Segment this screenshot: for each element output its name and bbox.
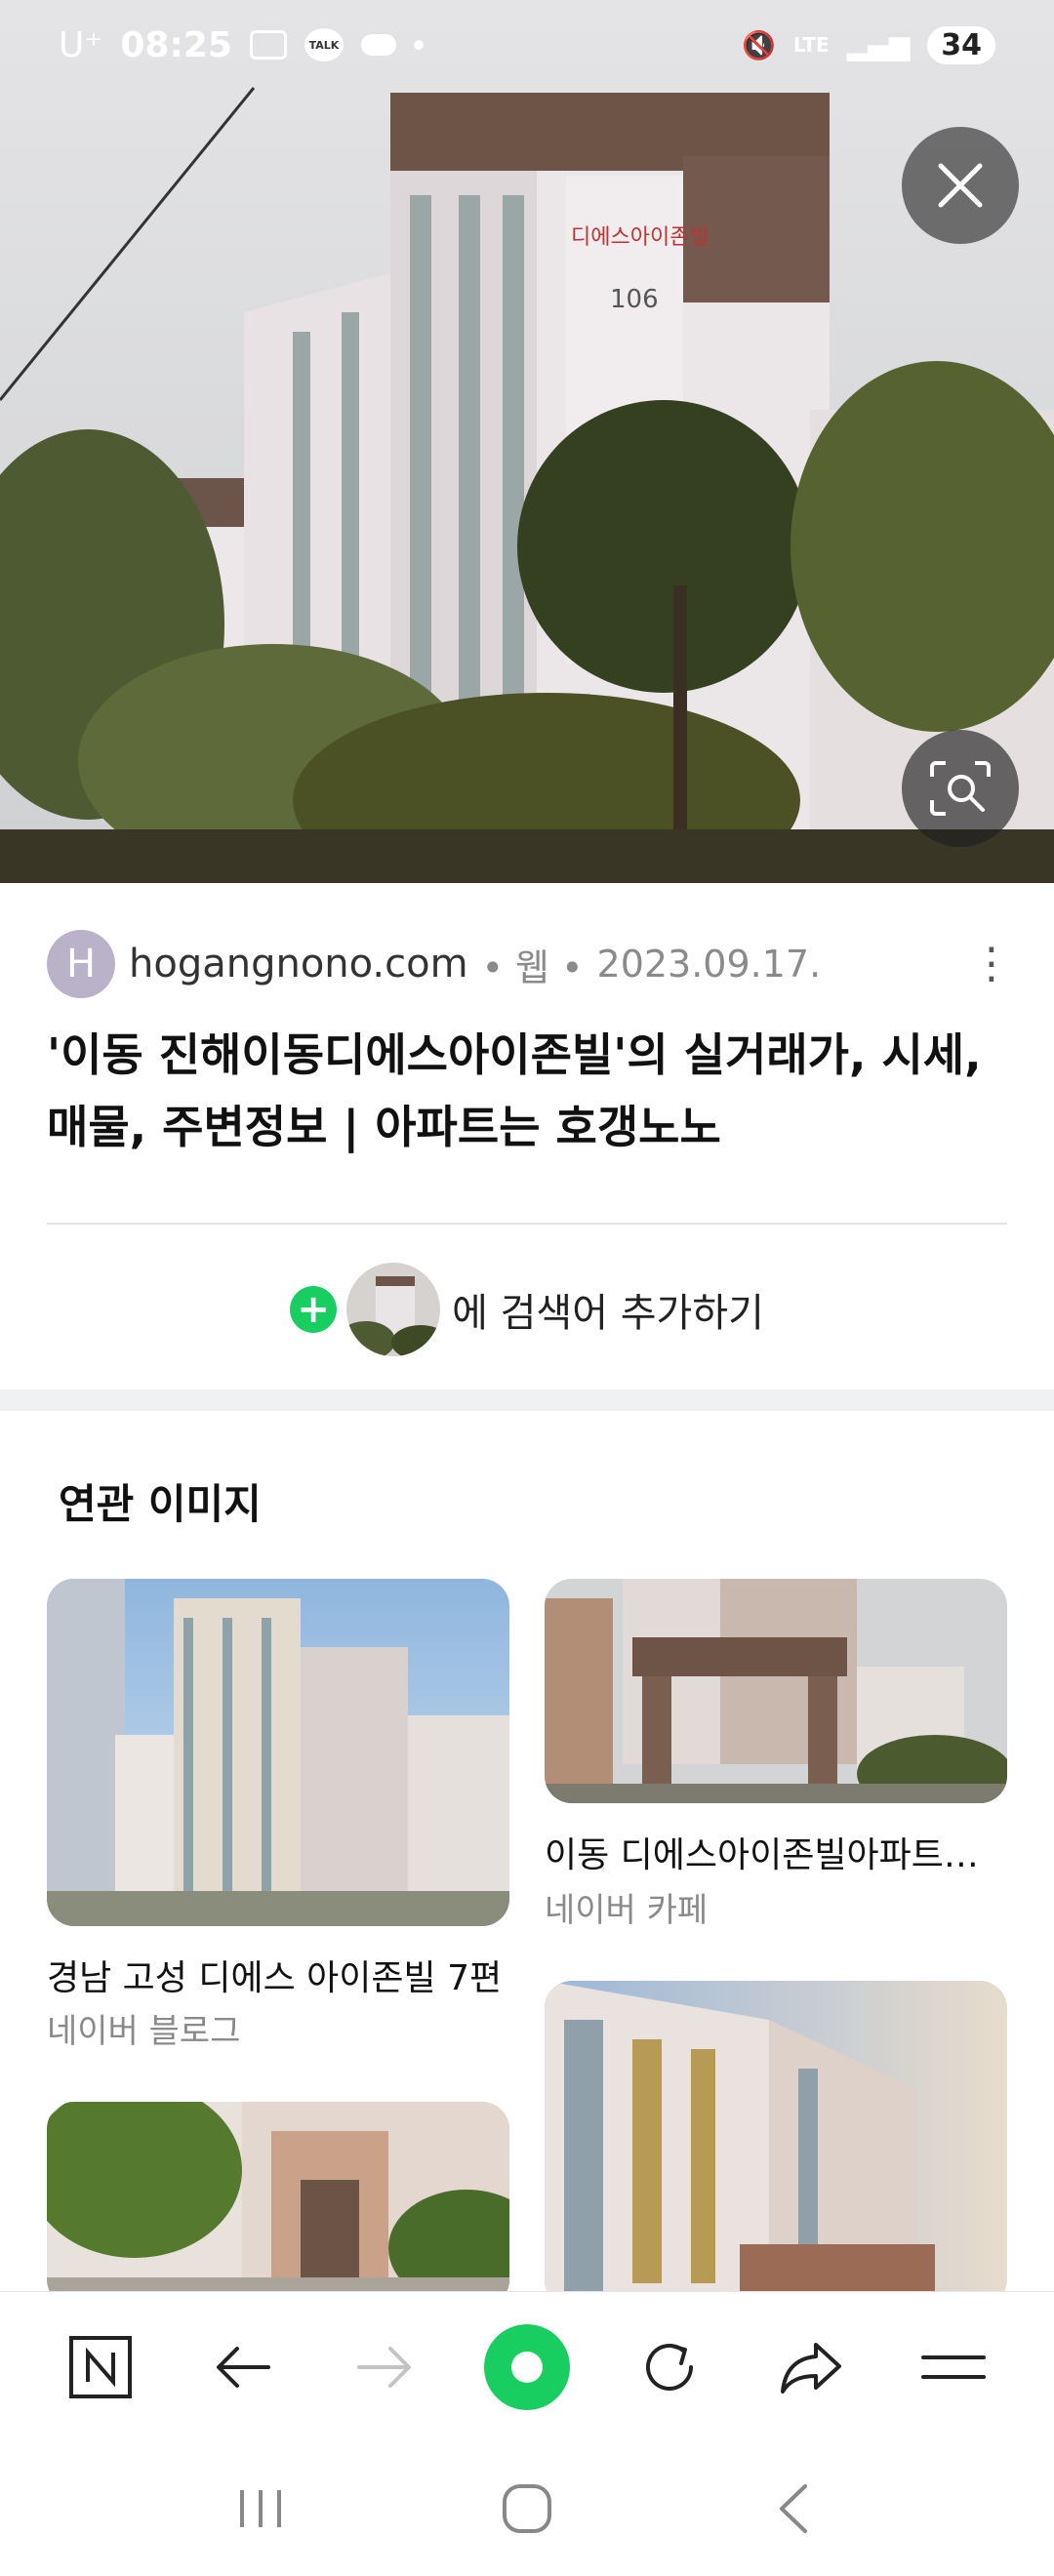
related-image-1-source: 네이버 블로그 bbox=[47, 2012, 241, 2051]
browser-toolbar bbox=[0, 2291, 1054, 2441]
carrier-label: U⁺ bbox=[59, 24, 103, 65]
refresh-button[interactable] bbox=[626, 2323, 713, 2411]
related-image-4[interactable] bbox=[545, 1981, 1007, 2307]
image-search-button[interactable] bbox=[902, 730, 1019, 847]
home-button[interactable] bbox=[483, 2465, 571, 2553]
add-search-term-label: 에 검색어 추가하기 bbox=[452, 1291, 764, 1336]
notification-dot-icon bbox=[413, 40, 424, 50]
site-favicon: H bbox=[47, 930, 115, 998]
more-options-icon[interactable]: ⋮ bbox=[970, 943, 1013, 986]
naver-n-icon bbox=[68, 2335, 132, 2398]
chevron-left-icon bbox=[780, 2484, 808, 2533]
close-button[interactable] bbox=[902, 127, 1019, 244]
kakaotalk-icon: TALK bbox=[304, 28, 344, 61]
naver-home-button[interactable] bbox=[57, 2323, 144, 2411]
green-dot-icon bbox=[483, 2323, 570, 2410]
plus-icon: + bbox=[290, 1286, 338, 1333]
lte-icon: LTE bbox=[792, 33, 830, 57]
svg-text:106: 106 bbox=[610, 285, 659, 314]
system-navigation-bar bbox=[0, 2441, 1054, 2576]
related-image-2-caption[interactable]: 이동 디에스아이존빌아파트<<... bbox=[545, 1827, 1007, 1877]
recent-apps-button[interactable] bbox=[217, 2465, 304, 2553]
mute-icon: 🔇 bbox=[742, 28, 776, 61]
home-icon bbox=[502, 2484, 551, 2533]
svg-text:디에스아이존빌: 디에스아이존빌 bbox=[571, 225, 709, 250]
related-image-3[interactable] bbox=[47, 2102, 509, 2307]
share-arrow-icon bbox=[781, 2342, 842, 2394]
clock: 08:25 bbox=[120, 24, 232, 65]
related-images-title: 연관 이미지 bbox=[59, 1480, 262, 1528]
arrow-right-icon bbox=[357, 2346, 412, 2388]
add-search-term-button[interactable]: + 에 검색어 추가하기 bbox=[0, 1261, 1054, 1358]
result-source-row[interactable]: H hogangnono.com • 웹 • 2023.09.17. ⋮ bbox=[47, 929, 1013, 999]
related-image-2[interactable] bbox=[545, 1579, 1007, 1803]
share-button[interactable] bbox=[767, 2323, 855, 2411]
image-thumbnail bbox=[346, 1263, 441, 1356]
screenshot-icon bbox=[249, 30, 287, 60]
related-image-1-caption[interactable]: 경남 고성 디에스 아이존빌 7편 bbox=[47, 1950, 502, 2000]
arrow-left-icon bbox=[216, 2346, 270, 2388]
status-bar: U⁺ 08:25 TALK 🔇 LTE ▂▄▆ 34 bbox=[0, 0, 1054, 90]
green-dot-button[interactable] bbox=[483, 2323, 571, 2411]
divider bbox=[47, 1223, 1007, 1225]
refresh-icon bbox=[645, 2343, 693, 2391]
system-back-button[interactable] bbox=[750, 2465, 837, 2553]
related-image-2-source: 네이버 카페 bbox=[545, 1891, 709, 1930]
forward-button[interactable] bbox=[341, 2323, 428, 2411]
menu-button[interactable] bbox=[910, 2323, 997, 2411]
hero-image[interactable]: 디에스아이존빌 106 bbox=[0, 0, 1054, 883]
signal-icon: ▂▄▆ bbox=[846, 28, 911, 61]
battery-indicator: 34 bbox=[927, 25, 995, 64]
result-title[interactable]: '이동 진해이동디에스아이존빌'의 실거래가, 시세, 매물, 주변정보 | 아… bbox=[47, 1019, 1013, 1163]
back-button[interactable] bbox=[199, 2323, 287, 2411]
cloud-icon bbox=[360, 34, 396, 56]
result-type: • 웹 • bbox=[481, 946, 584, 989]
related-image-1[interactable] bbox=[47, 1579, 509, 1926]
result-date: 2023.09.17. bbox=[596, 943, 822, 986]
section-separator bbox=[0, 1389, 1054, 1411]
hamburger-menu-icon bbox=[921, 2355, 987, 2379]
image-search-icon bbox=[930, 761, 991, 816]
close-icon bbox=[938, 163, 983, 208]
apartment-photo: 디에스아이존빌 106 bbox=[0, 0, 1054, 883]
site-domain[interactable]: hogangnono.com bbox=[129, 942, 468, 986]
recent-apps-icon bbox=[239, 2490, 281, 2527]
